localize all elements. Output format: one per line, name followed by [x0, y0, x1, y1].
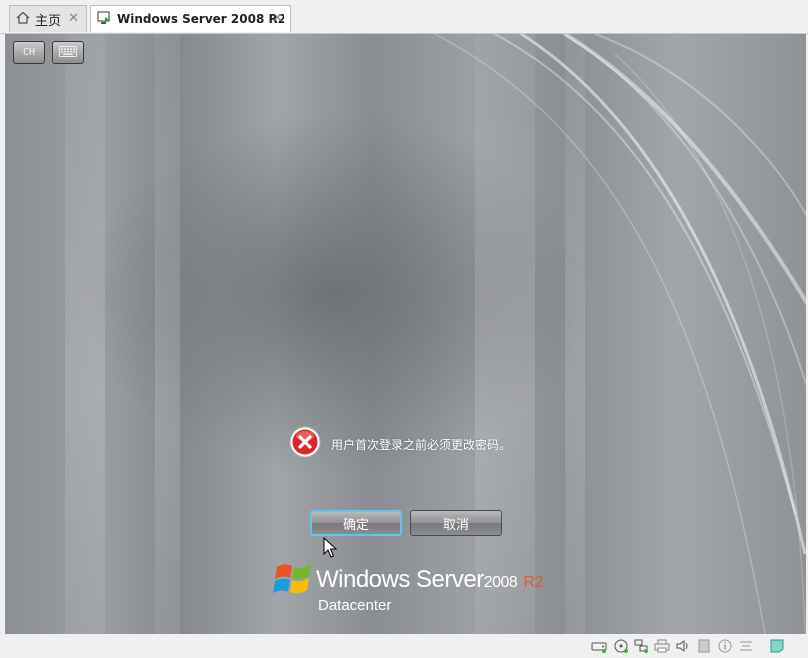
info-icon[interactable]: [716, 638, 733, 654]
display-icon[interactable]: [737, 638, 754, 654]
printer-icon[interactable]: [653, 638, 670, 654]
ok-button-label: 确定: [342, 517, 369, 533]
language-label: CH: [22, 47, 36, 58]
status-bar: [0, 634, 808, 658]
vm-screen[interactable]: CH 用户首次登录之前必须更改密码。 确定 取消 Windows Server2…: [5, 34, 806, 634]
tab-windows-server-label: Windows Server 2008 R2 ...: [117, 12, 284, 26]
tab-windows-server[interactable]: Windows Server 2008 R2 ... ✕: [90, 5, 291, 32]
cancel-button[interactable]: 取消: [410, 510, 502, 536]
error-message-text: 用户首次登录之前必须更改密码。: [331, 437, 512, 452]
cancel-button-label: 取消: [442, 517, 469, 533]
keyboard-icon: [59, 45, 77, 60]
product-name: Windows Server2008 R2: [316, 566, 543, 594]
usb-icon[interactable]: [695, 638, 712, 654]
background-swoosh: [434, 34, 806, 634]
error-message: 用户首次登录之前必须更改密码。: [289, 426, 511, 462]
tab-home-label: 主页: [35, 13, 62, 29]
home-icon: [16, 11, 30, 28]
close-icon[interactable]: ✕: [272, 11, 283, 26]
version-number: 2008: [483, 574, 518, 591]
tab-bar: 主页 ✕ Windows Server 2008 R2 ... ✕: [0, 0, 808, 34]
message-icon[interactable]: [768, 638, 785, 654]
hard-disk-icon[interactable]: [590, 638, 607, 654]
server-word: Server: [416, 566, 484, 593]
windows-server-logo: Windows Server2008 R2 Datacenter: [273, 559, 553, 619]
network-icon[interactable]: [632, 638, 649, 654]
close-icon[interactable]: ✕: [68, 11, 79, 26]
language-button[interactable]: CH: [13, 41, 45, 64]
tab-home[interactable]: 主页 ✕: [9, 5, 87, 32]
vm-icon: [97, 10, 112, 28]
ok-button[interactable]: 确定: [310, 510, 402, 536]
sound-icon[interactable]: [674, 638, 691, 654]
mouse-cursor-icon: [323, 537, 338, 558]
windows-word: Windows: [316, 566, 410, 593]
windows-flag-icon: [273, 564, 311, 594]
r2-badge: R2: [523, 574, 543, 591]
on-screen-keyboard-button[interactable]: [52, 41, 84, 64]
edition-label: Datacenter: [318, 597, 392, 614]
error-icon: [289, 426, 321, 462]
cd-dvd-icon[interactable]: [612, 638, 629, 654]
